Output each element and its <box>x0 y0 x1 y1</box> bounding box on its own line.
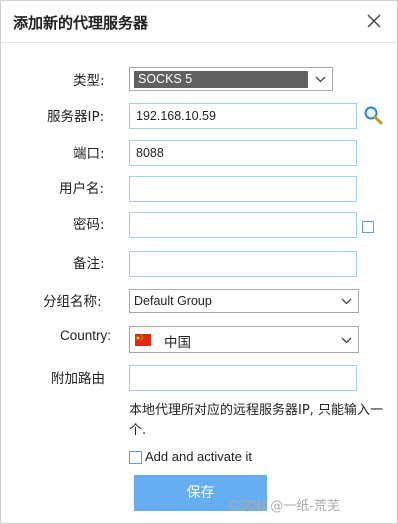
chevron-down-icon <box>341 337 352 344</box>
type-selected-value: SOCKS 5 <box>134 71 308 88</box>
group-select[interactable]: Default Group <box>129 289 359 313</box>
close-icon[interactable] <box>365 12 383 30</box>
add-proxy-dialog: 添加新的代理服务器 类型: SOCKS 5 服务器IP: 端口: 用户名: 密码… <box>0 0 398 524</box>
server-ip-label: 服务器IP: <box>47 109 105 125</box>
chevron-down-icon <box>315 76 326 83</box>
type-select[interactable]: SOCKS 5 <box>129 67 333 91</box>
username-label: 用户名: <box>59 181 105 197</box>
checkbox-box[interactable] <box>129 451 142 464</box>
search-icon[interactable] <box>362 104 384 126</box>
dialog-title: 添加新的代理服务器 <box>13 14 149 32</box>
group-label: 分组名称: <box>43 294 102 310</box>
show-password-checkbox[interactable] <box>362 221 374 233</box>
server-ip-field[interactable] <box>129 103 357 129</box>
chevron-down-icon <box>341 298 352 305</box>
note-field[interactable] <box>129 251 357 277</box>
extra-route-hint: 本地代理所对应的远程服务器IP, 只能输入一个. <box>129 403 383 438</box>
password-field[interactable] <box>129 212 357 238</box>
port-field[interactable] <box>129 140 357 166</box>
password-label: 密码: <box>73 217 105 233</box>
note-label: 备注: <box>73 256 105 272</box>
type-label: 类型: <box>73 73 105 89</box>
title-bar: 添加新的代理服务器 <box>1 1 397 43</box>
add-and-activate-label: Add and activate it <box>145 449 252 464</box>
country-select[interactable]: 中国 <box>129 326 359 353</box>
cn-flag-icon <box>135 334 151 346</box>
group-selected-value: Default Group <box>134 294 212 308</box>
watermark: CSDN @一纸-荒芜 <box>229 499 340 514</box>
extra-route-field[interactable] <box>129 365 357 391</box>
country-selected-value: 中国 <box>164 335 191 351</box>
username-field[interactable] <box>129 176 357 202</box>
port-label: 端口: <box>73 146 105 162</box>
country-label: Country: <box>60 328 112 343</box>
extra-route-label: 附加路由 <box>51 371 105 387</box>
